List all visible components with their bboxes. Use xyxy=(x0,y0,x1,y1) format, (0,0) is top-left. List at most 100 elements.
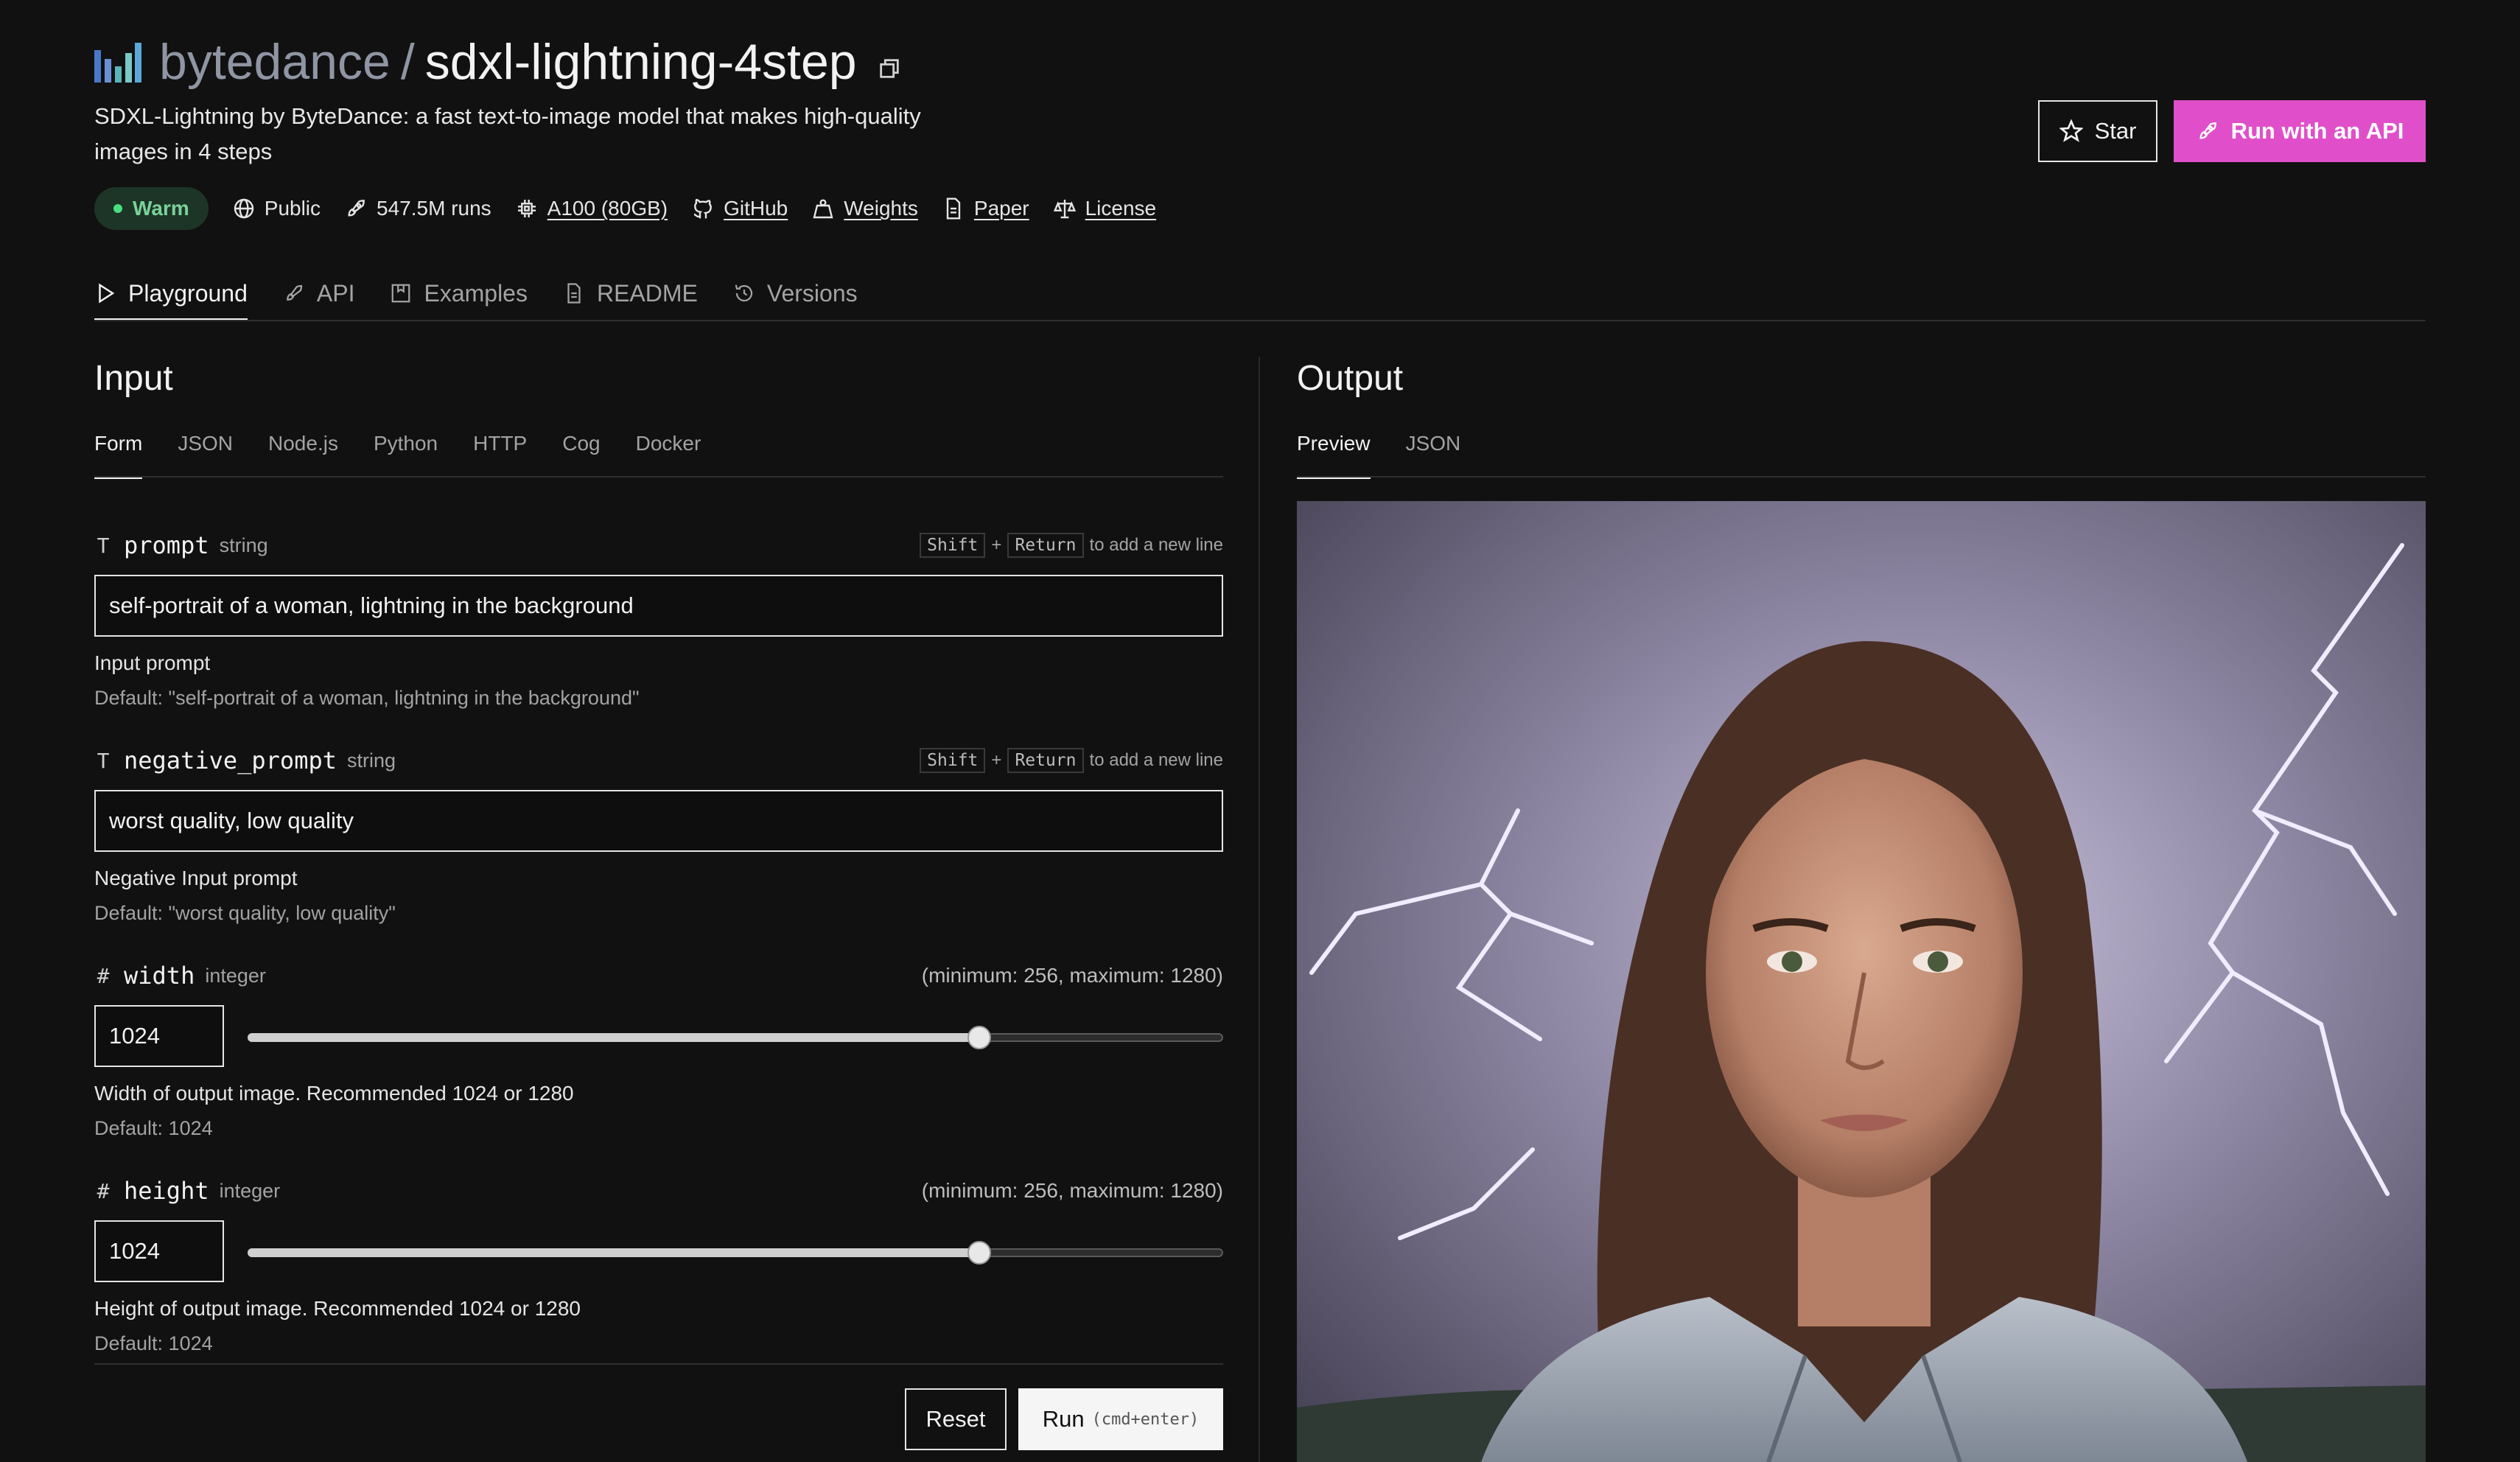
output-tabs: Preview JSON xyxy=(1297,432,1461,479)
width-field-type: integer xyxy=(205,964,266,987)
output-tabs-divider xyxy=(1297,476,2426,478)
model-description: SDXL-Lightning by ByteDance: a fast text… xyxy=(94,103,921,164)
tab-readme[interactable]: README xyxy=(563,265,698,321)
copy-icon[interactable] xyxy=(877,56,902,81)
output-tab-json[interactable]: JSON xyxy=(1406,432,1461,478)
slider-thumb[interactable] xyxy=(967,1241,991,1265)
hardware-label: A100 (80GB) xyxy=(547,197,668,220)
run-label: Run xyxy=(1042,1406,1085,1432)
license-link[interactable]: License xyxy=(1053,197,1156,220)
weights-link[interactable]: Weights xyxy=(811,197,918,220)
owner-link[interactable]: bytedance xyxy=(159,34,391,90)
visibility-label: Public xyxy=(264,197,321,220)
tab-playground[interactable]: Playground xyxy=(94,265,248,321)
return-key: Return xyxy=(1007,533,1084,558)
height-number-input[interactable]: 1024 xyxy=(94,1220,224,1282)
shift-key: Shift xyxy=(920,533,986,558)
document-icon xyxy=(567,283,581,304)
plus-sign: + xyxy=(991,750,1002,770)
tab-label: Examples xyxy=(424,279,528,307)
input-tab-nodejs[interactable]: Node.js xyxy=(268,432,338,478)
prompt-field-type: string xyxy=(219,534,268,556)
runs-count: 547.5M runs xyxy=(377,197,491,220)
width-slider[interactable] xyxy=(248,1026,1223,1049)
chip-icon xyxy=(517,200,536,217)
document-icon xyxy=(946,197,961,220)
run-with-api-label: Run with an API xyxy=(2230,118,2404,144)
input-tabs-divider xyxy=(94,476,1223,478)
input-heading: Input xyxy=(94,359,173,398)
star-button[interactable]: Star xyxy=(2038,100,2157,162)
github-link[interactable]: GitHub xyxy=(691,197,788,220)
shift-key: Shift xyxy=(920,748,986,773)
history-icon xyxy=(735,284,752,302)
text-type-icon: T xyxy=(97,748,110,773)
height-slider[interactable] xyxy=(248,1241,1223,1265)
height-default: Default: 1024 xyxy=(94,1332,213,1354)
negative-prompt-field-type: string xyxy=(346,749,396,772)
visibility-item: Public xyxy=(232,197,321,220)
tab-label: Playground xyxy=(128,279,248,307)
prompt-default: Default: "self-portrait of a woman, ligh… xyxy=(94,687,640,709)
input-tab-python[interactable]: Python xyxy=(374,432,438,478)
weight-icon xyxy=(813,199,833,219)
rocket-icon xyxy=(2199,122,2216,139)
text-type-icon: T xyxy=(97,533,110,558)
reset-button[interactable]: Reset xyxy=(905,1388,1007,1450)
return-key: Return xyxy=(1007,748,1084,773)
main-tabs: Playground API Examples README Versions xyxy=(94,265,858,321)
height-range: (minimum: 256, maximum: 1280) xyxy=(921,1179,1223,1202)
width-number-input[interactable]: 1024 xyxy=(94,1005,224,1067)
output-image[interactable] xyxy=(1297,501,2426,1462)
run-shortcut: (cmd+enter) xyxy=(1091,1410,1200,1429)
globe-icon xyxy=(234,198,253,219)
width-default: Default: 1024 xyxy=(94,1117,213,1139)
prompt-description: Input prompt xyxy=(94,651,211,674)
run-button[interactable]: Run (cmd+enter) xyxy=(1018,1388,1223,1450)
tab-label: API xyxy=(316,279,355,307)
bookmark-box-icon xyxy=(392,284,410,303)
negative-prompt-field-header: T negative_prompt string Shift + Return … xyxy=(94,744,1223,777)
prompt-field-header: T prompt string Shift + Return to add a … xyxy=(94,529,1223,562)
slider-thumb[interactable] xyxy=(967,1026,991,1049)
tab-versions[interactable]: Versions xyxy=(733,265,858,321)
height-field-name: height xyxy=(124,1177,209,1205)
weights-label: Weights xyxy=(844,197,918,220)
tab-api[interactable]: API xyxy=(283,265,355,321)
rocket-icon xyxy=(287,284,303,301)
height-field-type: integer xyxy=(219,1179,281,1202)
height-field-header: # height integer (minimum: 256, maximum:… xyxy=(94,1175,1223,1207)
output-heading: Output xyxy=(1297,359,1404,398)
width-field-header: # width integer (minimum: 256, maximum: … xyxy=(94,959,1223,992)
tab-examples[interactable]: Examples xyxy=(390,265,528,321)
runs-item: 547.5M runs xyxy=(344,197,491,220)
input-format-tabs: Form JSON Node.js Python HTTP Cog Docker xyxy=(94,432,701,479)
input-tab-http[interactable]: HTTP xyxy=(473,432,527,478)
input-tab-form[interactable]: Form xyxy=(94,432,143,479)
input-tab-cog[interactable]: Cog xyxy=(562,432,600,478)
prompt-input[interactable]: self-portrait of a woman, lightning in t… xyxy=(94,575,1223,637)
paper-link[interactable]: Paper xyxy=(942,197,1029,220)
input-tab-json[interactable]: JSON xyxy=(178,432,233,478)
prompt-field-name: prompt xyxy=(124,531,209,559)
github-icon xyxy=(693,198,712,219)
newline-hint-text: to add a new line xyxy=(1089,750,1223,770)
github-label: GitHub xyxy=(724,197,788,220)
newline-hint-text: to add a new line xyxy=(1089,535,1223,555)
height-description: Height of output image. Recommended 1024… xyxy=(94,1297,581,1320)
model-meta-row: Warm Public 547.5M runs A100 (80GB) GitH… xyxy=(94,187,1156,230)
hardware-link[interactable]: A100 (80GB) xyxy=(515,197,668,220)
width-range: (minimum: 256, maximum: 1280) xyxy=(921,964,1223,987)
form-footer-divider xyxy=(94,1363,1223,1365)
input-tab-docker[interactable]: Docker xyxy=(636,432,701,478)
page-title: bytedance / sdxl-lightning-4step xyxy=(159,29,857,94)
negative-prompt-description: Negative Input prompt xyxy=(94,867,298,889)
scale-icon xyxy=(1053,200,1076,219)
output-tab-preview[interactable]: Preview xyxy=(1297,432,1371,479)
column-divider xyxy=(1259,357,1260,1462)
tab-label: README xyxy=(596,279,698,307)
run-with-api-button[interactable]: Run with an API xyxy=(2174,100,2426,162)
negative-prompt-default: Default: "worst quality, low quality" xyxy=(94,902,396,924)
status-badge: Warm xyxy=(94,187,209,230)
negative-prompt-input[interactable]: worst quality, low quality xyxy=(94,790,1223,852)
